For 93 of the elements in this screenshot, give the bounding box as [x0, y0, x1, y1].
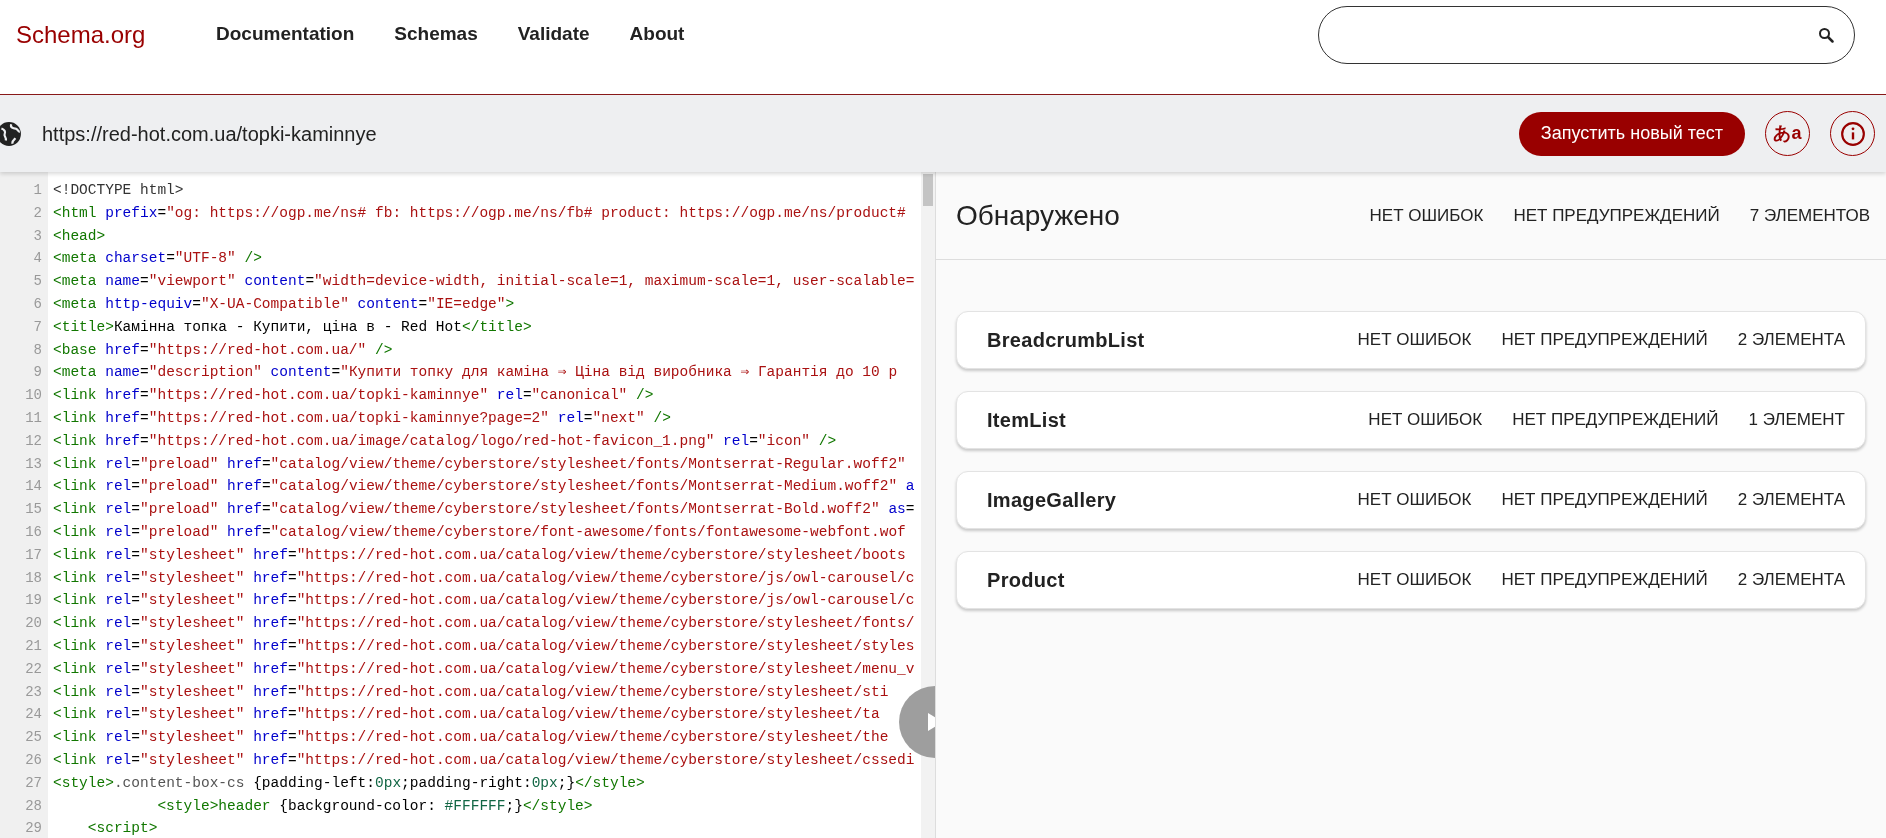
line-number: 17	[24, 545, 43, 565]
summary-stat: НЕТ ОШИБОК	[1369, 204, 1484, 227]
code-line: <link rel="preload" href="catalog/view/theme/cyberstore/stylesheet/fonts/Montserrat-Medium.woff2" a	[53, 477, 915, 497]
line-number: 20	[24, 614, 43, 634]
code-line: <base href="https://red-hot.com.ua/" />	[53, 340, 393, 360]
code-line: <link href="https://red-hot.com.ua/topki-kaminnye" rel="canonical" />	[53, 386, 654, 406]
line-number: 1	[32, 181, 43, 200]
warning-count: НЕТ ПРЕДУПРЕЖДЕНИЙ	[1501, 329, 1708, 352]
run-test-button[interactable]: Запустить новый тест	[1518, 111, 1745, 156]
type-name: BreadcrumbList	[987, 328, 1145, 353]
type-name: ImageGallery	[987, 488, 1117, 513]
line-number: 15	[24, 500, 43, 520]
line-number: 11	[24, 408, 43, 428]
line-number: 23	[24, 682, 43, 702]
code-line: <link rel="preload" href="catalog/view/theme/cyberstore/stylesheet/fonts/Montserrat-Regular.woff2"	[53, 454, 906, 474]
nav-link[interactable]: About	[629, 20, 685, 49]
result-card[interactable]: BreadcrumbList НЕТ ОШИБОК НЕТ ПРЕДУПРЕЖДЕНИЙ 2 ЭЛЕМЕНТА	[956, 311, 1866, 369]
line-number: 8	[32, 340, 43, 360]
code-line: <link rel="preload" href="catalog/view/theme/cyberstore/stylesheet/fonts/Montserrat-Bold.woff2" as=	[53, 500, 915, 520]
code-line: <link rel="stylesheet" href="https://red-hot.com.ua/catalog/view/theme/cyberstore/js/owl-carousel/c	[53, 568, 915, 588]
code-line: <script>	[86, 819, 158, 838]
line-number: 4	[32, 249, 43, 269]
result-card[interactable]: Product НЕТ ОШИБОК НЕТ ПРЕДУПРЕЖДЕНИЙ 2 ЭЛЕМЕНТА	[956, 551, 1866, 609]
element-count: 1 ЭЛЕМЕНТ	[1748, 409, 1845, 432]
url-text: https://red-hot.com.ua/topki-kaminnye	[42, 121, 377, 147]
code-line: <link rel="stylesheet" href="https://red-hot.com.ua/catalog/view/theme/cyberstore/stylesheet/styles	[53, 636, 915, 656]
code-line: <link rel="stylesheet" href="https://red-hot.com.ua/catalog/view/theme/cyberstore/stylesheet/menu_v	[53, 659, 915, 679]
code-line: <link href="https://red-hot.com.ua/topki-kaminnye?page=2" rel="next" />	[53, 408, 671, 428]
line-number: 3	[32, 226, 43, 246]
code-line: <link rel="stylesheet" href="https://red-hot.com.ua/catalog/view/theme/cyberstore/stylesheet/sti	[53, 682, 889, 702]
error-count: НЕТ ОШИБОК	[1357, 489, 1472, 512]
line-number: 6	[32, 295, 43, 314]
code-line: <meta http-equiv="X-UA-Compatible" content="IE=edge">	[53, 295, 515, 314]
line-number: 22	[24, 659, 43, 679]
line-number: 29	[24, 819, 43, 838]
code-editor[interactable]	[0, 172, 936, 838]
error-count: НЕТ ОШИБОК	[1357, 329, 1472, 352]
line-number: 2	[32, 203, 43, 223]
code-line: <link rel="stylesheet" href="https://red-hot.com.ua/catalog/view/theme/cyberstore/stylesheet/fonts/	[53, 614, 915, 634]
nav-link[interactable]: Schemas	[394, 20, 478, 49]
code-line: <html prefix="og: https://ogp.me/ns# fb: https://ogp.me/ns/fb# product: https://ogp.me/ns/product#	[53, 203, 906, 223]
code-line: <link rel="stylesheet" href="https://red-hot.com.ua/catalog/view/theme/cyberstore/stylesheet/boots	[53, 545, 906, 565]
warning-count: НЕТ ПРЕДУПРЕЖДЕНИЙ	[1501, 569, 1708, 592]
element-count: 2 ЭЛЕМЕНТА	[1737, 569, 1845, 592]
line-number: 14	[24, 477, 43, 497]
line-number: 18	[24, 568, 43, 588]
error-count: НЕТ ОШИБОК	[1357, 569, 1472, 592]
code-line: <link rel="stylesheet" href="https://red-hot.com.ua/catalog/view/theme/cyberstore/stylesheet/the	[53, 728, 889, 748]
result-card[interactable]: ItemList НЕТ ОШИБОК НЕТ ПРЕДУПРЕЖДЕНИЙ 1 ЭЛЕМЕНТ	[956, 391, 1866, 449]
line-number: 24	[24, 705, 43, 725]
code-line: <meta name="description" content="Купити топку для каміна ⇒ Ціна від виробника ⇒ Гарантія до 10 р	[53, 363, 898, 383]
code-line: <meta charset="UTF-8" />	[53, 249, 262, 269]
code-line: <link rel="stylesheet" href="https://red-hot.com.ua/catalog/view/theme/cyberstore/stylesheet/cssedi	[53, 750, 915, 770]
code-line: <title>Камінна топка - Купити, ціна в - Red Hot</title>	[53, 317, 532, 337]
warning-count: НЕТ ПРЕДУПРЕЖДЕНИЙ	[1501, 489, 1708, 512]
line-number: 12	[24, 431, 43, 451]
line-number: 13	[24, 454, 43, 474]
summary-stat: НЕТ ПРЕДУПРЕЖДЕНИЙ	[1513, 204, 1720, 227]
code-line: <style>.content-box-cs {padding-left:0px;padding-right:0px;}</style>	[53, 773, 645, 793]
line-number: 19	[24, 591, 43, 611]
line-number: 27	[24, 773, 43, 793]
scrollbar[interactable]	[921, 172, 935, 838]
code-line: <meta name="viewport" content="width=device-width, initial-scale=1, maximum-scale=1, user-scalable=	[53, 272, 915, 292]
element-count: 2 ЭЛЕМЕНТА	[1737, 489, 1845, 512]
nav-link[interactable]: Documentation	[216, 20, 355, 49]
type-name: Product	[987, 568, 1065, 593]
warning-count: НЕТ ПРЕДУПРЕЖДЕНИЙ	[1512, 409, 1719, 432]
line-number: 9	[32, 363, 43, 383]
element-count: 2 ЭЛЕМЕНТА	[1737, 329, 1845, 352]
line-number: 28	[24, 796, 43, 816]
summary-stat: 7 ЭЛЕМЕНТОВ	[1749, 204, 1870, 227]
search-icon[interactable]	[1818, 26, 1834, 43]
line-number: 10	[24, 386, 43, 406]
line-number: 5	[32, 272, 43, 292]
info-icon	[1839, 120, 1866, 147]
code-line: <link rel="stylesheet" href="https://red-hot.com.ua/catalog/view/theme/cyberstore/stylesheet/ta	[53, 705, 880, 725]
line-number: 25	[24, 728, 43, 748]
code-line: <link rel="preload" href="catalog/view/theme/cyberstore/font-awesome/fonts/fontawesome-webfont.wof	[53, 522, 906, 542]
code-line: <head>	[53, 226, 106, 246]
code-line: <!DOCTYPE html>	[53, 181, 184, 200]
code-line: <link href="https://red-hot.com.ua/image/catalog/logo/red-hot-favicon_1.png" rel="icon" />	[53, 431, 837, 451]
line-number: 21	[24, 636, 43, 656]
line-number: 26	[24, 750, 43, 770]
type-name: ItemList	[987, 408, 1067, 433]
code-line: <link rel="stylesheet" href="https://red-hot.com.ua/catalog/view/theme/cyberstore/js/owl-carousel/c	[53, 591, 915, 611]
error-count: НЕТ ОШИБОК	[1368, 409, 1483, 432]
logo[interactable]: Schema.org	[16, 16, 216, 53]
result-card[interactable]: ImageGallery НЕТ ОШИБОК НЕТ ПРЕДУПРЕЖДЕНИЙ 2 ЭЛЕМЕНТА	[956, 471, 1866, 529]
nav-link[interactable]: Validate	[517, 20, 590, 49]
code-line: <style>header {background-color: #FFFFFF;}</style>	[156, 796, 593, 816]
results-heading: Обнаружено	[956, 198, 1120, 233]
line-number: 7	[32, 317, 43, 337]
line-number: 16	[24, 522, 43, 542]
